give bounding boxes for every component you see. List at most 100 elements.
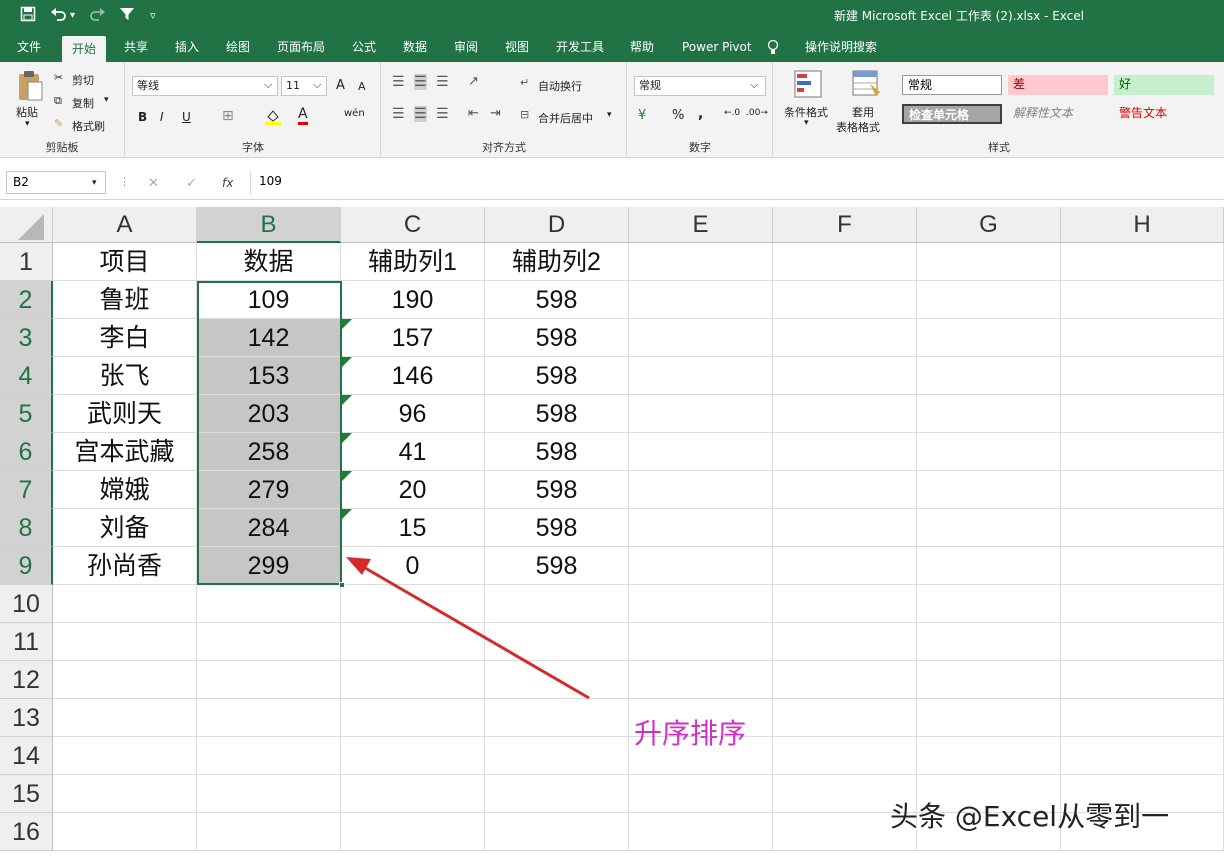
cell-b16[interactable]	[197, 813, 341, 851]
cell-a4[interactable]: 张飞	[53, 357, 197, 395]
cell-a9[interactable]: 孙尚香	[53, 547, 197, 585]
grow-font-button[interactable]: A	[336, 78, 345, 93]
tell-me-search[interactable]: 操作说明搜索	[795, 33, 887, 62]
conditional-format-dropdown-icon[interactable]: ▾	[804, 118, 809, 128]
cell-e12[interactable]	[629, 661, 773, 699]
cell-d9[interactable]: 598	[485, 547, 629, 585]
cell-a12[interactable]	[53, 661, 197, 699]
cell-e6[interactable]	[629, 433, 773, 471]
name-box[interactable]: B2	[6, 171, 106, 194]
phonetic-button[interactable]: wén	[344, 108, 365, 119]
bold-button[interactable]: B	[138, 110, 147, 124]
tab-developer[interactable]: 开发工具	[546, 33, 614, 62]
column-header-d[interactable]: D	[485, 207, 629, 243]
format-as-table-button[interactable]: 表格格式	[836, 119, 880, 135]
cell-h2[interactable]	[1061, 281, 1224, 319]
cell-f13[interactable]	[773, 699, 917, 737]
cell-e3[interactable]	[629, 319, 773, 357]
borders-icon[interactable]: ⊞	[222, 108, 234, 124]
row-header-16[interactable]: 16	[0, 813, 53, 851]
cell-g14[interactable]	[917, 737, 1061, 775]
underline-button[interactable]: U	[182, 110, 191, 124]
increase-decimal-icon[interactable]: ←.0	[724, 108, 740, 118]
cell-h14[interactable]	[1061, 737, 1224, 775]
cell-c9[interactable]: 0	[341, 547, 485, 585]
cell-d6[interactable]: 598	[485, 433, 629, 471]
comma-button[interactable]: ,	[698, 106, 703, 122]
cell-c4[interactable]: 146	[341, 357, 485, 395]
merge-dropdown-icon[interactable]: ▾	[607, 110, 612, 120]
row-header-9[interactable]: 9	[0, 547, 53, 585]
row-header-4[interactable]: 4	[0, 357, 53, 395]
copy-dropdown-icon[interactable]: ▾	[104, 95, 109, 105]
cell-h13[interactable]	[1061, 699, 1224, 737]
tab-review[interactable]: 审阅	[444, 33, 488, 62]
row-header-15[interactable]: 15	[0, 775, 53, 813]
paste-button[interactable]: 粘贴	[16, 104, 38, 120]
merge-center-button[interactable]: 合并后居中	[538, 110, 593, 126]
cell-e1[interactable]	[629, 243, 773, 281]
cell-d1[interactable]: 辅助列2	[485, 243, 629, 281]
cell-f10[interactable]	[773, 585, 917, 623]
cell-b7[interactable]: 279	[197, 471, 341, 509]
font-name-dropdown-icon[interactable]: ⌵	[264, 78, 272, 92]
cell-f1[interactable]	[773, 243, 917, 281]
cell-e9[interactable]	[629, 547, 773, 585]
cell-d3[interactable]: 598	[485, 319, 629, 357]
cell-b14[interactable]	[197, 737, 341, 775]
cell-a2[interactable]: 鲁班	[53, 281, 197, 319]
row-header-14[interactable]: 14	[0, 737, 53, 775]
cell-b9[interactable]: 299	[197, 547, 341, 585]
row-header-5[interactable]: 5	[0, 395, 53, 433]
cut-button[interactable]: 剪切	[72, 72, 94, 88]
cell-c14[interactable]	[341, 737, 485, 775]
cell-a10[interactable]	[53, 585, 197, 623]
cell-b1[interactable]: 数据	[197, 243, 341, 281]
row-header-1[interactable]: 1	[0, 243, 53, 281]
cell-d8[interactable]: 598	[485, 509, 629, 547]
cell-d14[interactable]	[485, 737, 629, 775]
cell-a6[interactable]: 宫本武藏	[53, 433, 197, 471]
tab-share[interactable]: 共享	[114, 33, 158, 62]
row-header-3[interactable]: 3	[0, 319, 53, 357]
shrink-font-button[interactable]: A	[358, 80, 366, 93]
cell-d12[interactable]	[485, 661, 629, 699]
cell-c6[interactable]: 41	[341, 433, 485, 471]
cell-b13[interactable]	[197, 699, 341, 737]
insert-function-button[interactable]: fx	[222, 176, 233, 190]
cell-f2[interactable]	[773, 281, 917, 319]
paste-icon[interactable]	[16, 70, 44, 106]
cell-g3[interactable]	[917, 319, 1061, 357]
cell-e8[interactable]	[629, 509, 773, 547]
cell-c13[interactable]	[341, 699, 485, 737]
cell-f12[interactable]	[773, 661, 917, 699]
cell-c7[interactable]: 20	[341, 471, 485, 509]
cell-a16[interactable]	[53, 813, 197, 851]
format-as-table-label-1[interactable]: 套用	[852, 104, 874, 120]
cell-g5[interactable]	[917, 395, 1061, 433]
cell-g13[interactable]	[917, 699, 1061, 737]
tab-insert[interactable]: 插入	[165, 33, 209, 62]
cell-b6[interactable]: 258	[197, 433, 341, 471]
tab-view[interactable]: 视图	[495, 33, 539, 62]
cell-c5[interactable]: 96	[341, 395, 485, 433]
cell-g4[interactable]	[917, 357, 1061, 395]
cell-e2[interactable]	[629, 281, 773, 319]
column-header-e[interactable]: E	[629, 207, 773, 243]
cell-b4[interactable]: 153	[197, 357, 341, 395]
cell-c10[interactable]	[341, 585, 485, 623]
tab-help[interactable]: 帮助	[620, 33, 664, 62]
cell-h12[interactable]	[1061, 661, 1224, 699]
cell-h1[interactable]	[1061, 243, 1224, 281]
cell-e11[interactable]	[629, 623, 773, 661]
align-bottom-icon[interactable]: ☰	[436, 74, 449, 90]
column-header-f[interactable]: F	[773, 207, 917, 243]
decrease-indent-icon[interactable]: ⇤	[468, 106, 479, 121]
cell-e10[interactable]	[629, 585, 773, 623]
cell-f3[interactable]	[773, 319, 917, 357]
row-header-13[interactable]: 13	[0, 699, 53, 737]
select-all-corner[interactable]	[0, 207, 53, 243]
cell-e15[interactable]	[629, 775, 773, 813]
cell-c15[interactable]	[341, 775, 485, 813]
cell-a15[interactable]	[53, 775, 197, 813]
